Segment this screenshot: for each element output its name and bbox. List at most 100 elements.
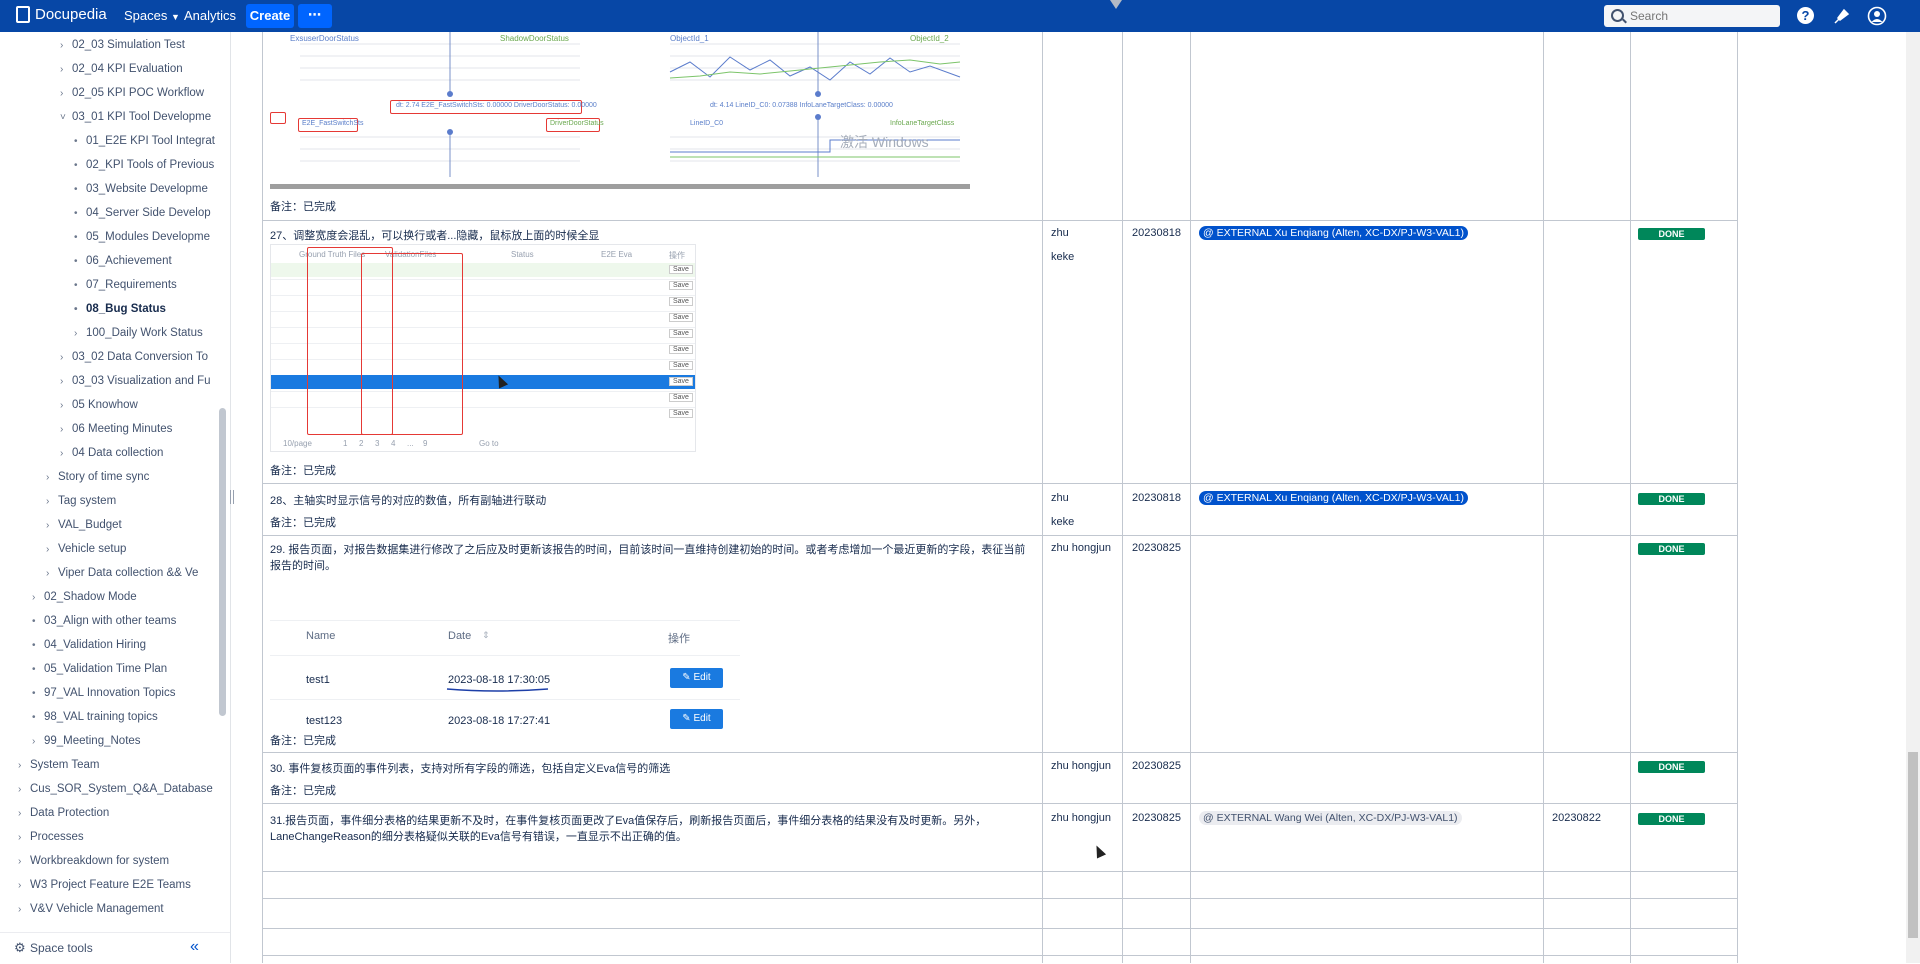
sidebar-item[interactable]: • 97_VAL Innovation Topics [32,682,226,704]
grid-save-button[interactable]: Save [669,377,693,386]
create-button[interactable]: Create [246,4,294,28]
grid-save-button[interactable]: Save [669,297,693,306]
expand-chevron-icon[interactable]: › [18,899,30,920]
expand-chevron-icon[interactable]: › [46,539,58,560]
sidebar-item[interactable]: ˅ 03_01 KPI Tool Developme [60,106,226,128]
scrollbar-thumb[interactable] [1908,752,1918,938]
sidebar-scrollbar[interactable] [219,408,226,716]
expand-chevron-icon[interactable]: › [60,395,72,416]
sidebar-item[interactable]: › Tag system [46,490,226,512]
sidebar-item[interactable]: › V&V Vehicle Management [18,898,226,920]
expand-chevron-icon[interactable]: › [74,323,86,344]
grid-page-number[interactable]: 3 [375,439,379,448]
sidebar-item[interactable]: › 03_02 Data Conversion To [60,346,226,368]
sidebar-item[interactable]: • 06_Achievement [74,250,226,272]
expand-chevron-icon[interactable]: ˅ [60,107,72,128]
sidebar-item[interactable]: › 02_Shadow Mode [32,586,226,608]
sidebar-item[interactable]: › Cus_SOR_System_Q&A_Database [18,778,226,800]
more-button[interactable]: ⋯ [298,4,332,28]
space-tools-label[interactable]: Space tools [30,941,93,955]
expand-chevron-icon[interactable]: › [46,563,58,584]
sidebar-item[interactable]: › Vehicle setup [46,538,226,560]
sidebar-item[interactable]: › Workbreakdown for system [18,850,226,872]
window-scrollbar[interactable] [1906,32,1920,963]
grid-save-button[interactable]: Save [669,265,693,274]
sort-icon[interactable]: ⇕ [482,630,490,641]
sidebar-item[interactable]: • 03_Website Developme [74,178,226,200]
expand-chevron-icon[interactable]: › [18,755,30,776]
sidebar-item[interactable]: › W3 Project Feature E2E Teams [18,874,226,896]
sidebar-item[interactable]: • 04_Server Side Develop [74,202,226,224]
sidebar-item[interactable]: › 02_05 KPI POC Workflow [60,82,226,104]
grid-save-button[interactable]: Save [669,329,693,338]
notifications-icon[interactable] [1831,6,1851,26]
expand-chevron-icon[interactable]: › [46,467,58,488]
expand-chevron-icon[interactable]: › [60,347,72,368]
sidebar-item[interactable]: • 05_Modules Developme [74,226,226,248]
sidebar-item[interactable]: • 04_Validation Hiring [32,634,226,656]
expand-chevron-icon[interactable]: › [60,35,72,56]
sidebar-item[interactable]: › 99_Meeting_Notes [32,730,226,752]
expand-chevron-icon[interactable]: › [18,875,30,896]
search-box[interactable] [1604,5,1780,27]
sidebar-item[interactable]: • 02_KPI Tools of Previous [74,154,226,176]
expand-chevron-icon[interactable]: › [60,59,72,80]
profile-icon[interactable] [1867,6,1887,26]
sidebar-resize-handle[interactable] [230,490,234,504]
expand-chevron-icon[interactable]: › [60,419,72,440]
sidebar-item[interactable]: › 04 Data collection [60,442,226,464]
sidebar-item[interactable]: • 03_Align with other teams [32,610,226,632]
collapse-header-icon[interactable] [1110,0,1122,9]
help-icon[interactable]: ? [1797,7,1814,24]
expand-chevron-icon[interactable]: › [46,515,58,536]
grid-save-button[interactable]: Save [669,409,693,418]
expand-chevron-icon[interactable]: › [60,443,72,464]
sidebar-item[interactable]: › Story of time sync [46,466,226,488]
grid-save-button[interactable]: Save [669,281,693,290]
gear-icon[interactable]: ⚙ [14,940,26,956]
sidebar-item[interactable]: › Viper Data collection && Ve [46,562,226,584]
docupedia-logo[interactable]: Docupedia [16,6,107,23]
user-mention[interactable]: @ EXTERNAL Wang Wei (Alten, XC-DX/PJ-W3-… [1199,811,1462,825]
expand-chevron-icon[interactable]: › [60,83,72,104]
sidebar-item[interactable]: › Processes [18,826,226,848]
expand-chevron-icon[interactable]: › [46,491,58,512]
sidebar-item[interactable]: • 01_E2E KPI Tool Integrat [74,130,226,152]
edit-button[interactable]: ✎ Edit [670,709,723,729]
grid-save-button[interactable]: Save [669,313,693,322]
sidebar-item[interactable]: › 05 Knowhow [60,394,226,416]
search-input[interactable] [1628,8,1780,24]
grid-save-button[interactable]: Save [669,361,693,370]
expand-chevron-icon[interactable]: › [18,803,30,824]
expand-chevron-icon[interactable]: › [18,779,30,800]
user-mention[interactable]: @ EXTERNAL Xu Enqiang (Alten, XC-DX/PJ-W… [1199,226,1468,240]
sidebar-item[interactable]: › 03_03 Visualization and Fu [60,370,226,392]
expand-chevron-icon[interactable]: › [18,851,30,872]
sidebar-item[interactable]: • 07_Requirements [74,274,226,296]
grid-page-number[interactable]: ... [407,439,414,448]
analytics-link[interactable]: Analytics [184,8,236,23]
sidebar-item[interactable]: › 02_03 Simulation Test [60,34,226,56]
collapse-sidebar-icon[interactable]: « [190,938,199,956]
sidebar-item[interactable]: • 98_VAL training topics [32,706,226,728]
user-mention[interactable]: @ EXTERNAL Xu Enqiang (Alten, XC-DX/PJ-W… [1199,491,1468,505]
sidebar-item[interactable]: › VAL_Budget [46,514,226,536]
expand-chevron-icon[interactable]: › [18,827,30,848]
table-header[interactable]: Date [448,630,471,642]
grid-page-number[interactable]: 4 [391,439,395,448]
edit-button[interactable]: ✎ Edit [670,668,723,688]
expand-chevron-icon[interactable]: › [32,731,44,752]
sidebar-item[interactable]: › 06 Meeting Minutes [60,418,226,440]
sidebar-item[interactable]: • 05_Validation Time Plan [32,658,226,680]
grid-save-button[interactable]: Save [669,345,693,354]
grid-save-button[interactable]: Save [669,393,693,402]
spaces-menu[interactable]: Spaces ▼ [124,8,180,23]
expand-chevron-icon[interactable]: › [60,371,72,392]
sidebar-item[interactable]: › 100_Daily Work Status [74,322,226,344]
expand-chevron-icon[interactable]: › [32,587,44,608]
sidebar-item[interactable]: › 02_04 KPI Evaluation [60,58,226,80]
sidebar-item[interactable]: › System Team [18,754,226,776]
sidebar-item[interactable]: › Data Protection [18,802,226,824]
grid-page-number[interactable]: 9 [423,439,427,448]
sidebar-item[interactable]: • 08_Bug Status [74,298,226,320]
